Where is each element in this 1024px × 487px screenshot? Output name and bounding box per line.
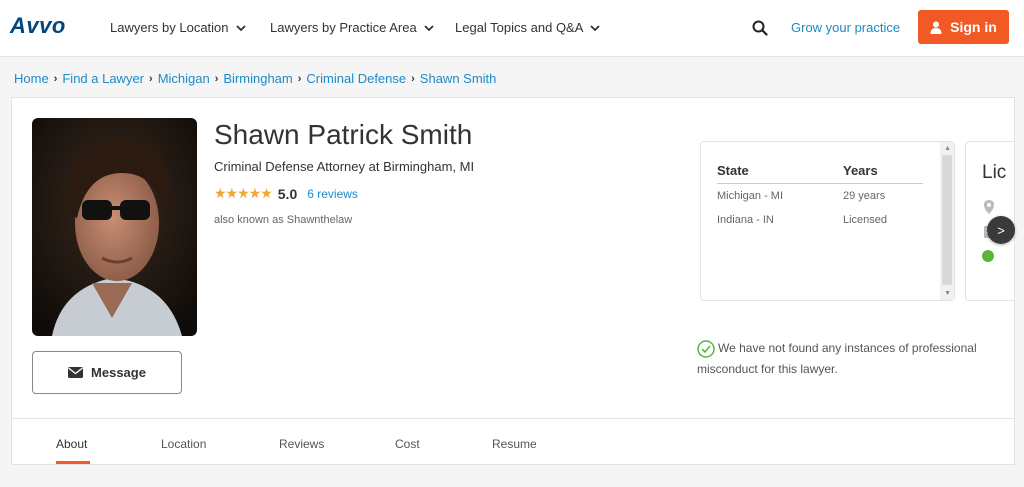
- avvo-logo[interactable]: Avvo: [10, 13, 66, 39]
- scrollbar-thumb[interactable]: [942, 155, 952, 285]
- tab-about[interactable]: About: [56, 437, 87, 451]
- chevron-down-icon: [235, 24, 246, 31]
- also-known-as: also known as Shawnthelaw: [214, 214, 353, 226]
- misconduct-text: We have not found any instances of profe…: [697, 341, 977, 376]
- breadcrumb-separator-icon: ›: [149, 72, 153, 85]
- breadcrumb-home[interactable]: Home: [14, 71, 49, 86]
- nav-label: Legal Topics and Q&A: [455, 20, 584, 35]
- breadcrumb-criminal-defense[interactable]: Criminal Defense: [306, 71, 406, 86]
- breadcrumb: Home › Find a Lawyer › Michigan › Birmin…: [14, 71, 496, 86]
- breadcrumb-separator-icon: ›: [411, 72, 415, 85]
- top-header: Avvo Lawyers by Location Lawyers by Prac…: [0, 0, 1024, 57]
- lawyer-name: Shawn Patrick Smith: [214, 119, 473, 150]
- license-years: Licensed: [843, 214, 888, 226]
- sign-in-label: Sign in: [950, 19, 997, 35]
- lawyer-photo: [32, 118, 197, 336]
- profile-card: Message Shawn Patrick Smith Criminal Def…: [11, 97, 1015, 465]
- scroll-up-icon[interactable]: ▲: [944, 145, 951, 152]
- breadcrumb-find-a-lawyer[interactable]: Find a Lawyer: [62, 71, 144, 86]
- breadcrumb-shawn-smith[interactable]: Shawn Smith: [420, 71, 497, 86]
- check-circle-icon: [697, 340, 715, 358]
- rating-score: 5.0: [277, 185, 298, 202]
- breadcrumb-michigan[interactable]: Michigan: [158, 71, 210, 86]
- location-pin-icon: [984, 200, 994, 214]
- nav-lawyers-by-location[interactable]: Lawyers by Location: [110, 20, 247, 35]
- license-scrollbar[interactable]: ▲ ▼: [940, 142, 954, 300]
- nav-label: Lawyers by Location: [110, 20, 229, 35]
- license-table: State Years Michigan - MI 29 years India…: [700, 141, 955, 301]
- tab-reviews[interactable]: Reviews: [279, 437, 324, 451]
- breadcrumb-separator-icon: ›: [214, 72, 219, 85]
- license-header-divider: [717, 183, 923, 184]
- tab-location[interactable]: Location: [161, 437, 206, 451]
- chevron-down-icon: [590, 24, 601, 31]
- license-col-state: State: [717, 163, 749, 178]
- breadcrumb-separator-icon: ›: [53, 72, 58, 85]
- search-icon[interactable]: [751, 19, 769, 37]
- grow-your-practice-link[interactable]: Grow your practice: [791, 20, 900, 35]
- nav-label: Lawyers by Practice Area: [270, 20, 417, 35]
- nav-lawyers-by-practice-area[interactable]: Lawyers by Practice Area: [270, 20, 435, 35]
- status-dot-icon: [982, 250, 994, 262]
- profile-tabs: About Location Reviews Cost Resume: [12, 418, 1014, 465]
- tab-cost[interactable]: Cost: [395, 437, 420, 451]
- scroll-down-icon[interactable]: ▼: [944, 290, 951, 297]
- chevron-down-icon: [424, 24, 434, 31]
- envelope-icon: [68, 367, 84, 378]
- message-button[interactable]: Message: [32, 351, 182, 394]
- next-card-title: Lic: [982, 162, 1007, 183]
- sign-in-button[interactable]: Sign in: [918, 10, 1009, 44]
- rating-summary: ★★★★★ 5.0 6 reviews: [214, 185, 358, 202]
- rating-stars-icon: ★★★★★: [214, 185, 273, 201]
- license-years: 29 years: [843, 190, 886, 202]
- reviews-link[interactable]: 6 reviews: [307, 187, 358, 201]
- message-label: Message: [91, 365, 146, 380]
- tab-resume[interactable]: Resume: [492, 437, 537, 451]
- license-col-years: Years: [843, 163, 878, 178]
- lawyer-title: Criminal Defense Attorney at Birmingham,…: [214, 159, 475, 174]
- next-arrow-button[interactable]: >: [987, 216, 1015, 244]
- misconduct-notice: We have not found any instances of profe…: [697, 338, 1002, 380]
- license-state: Indiana - IN: [717, 214, 774, 226]
- license-state: Michigan - MI: [717, 190, 784, 202]
- nav-legal-topics[interactable]: Legal Topics and Q&A: [455, 20, 601, 35]
- breadcrumb-separator-icon: ›: [297, 72, 302, 85]
- user-icon: [930, 21, 942, 34]
- breadcrumb-birmingham[interactable]: Birmingham: [223, 71, 292, 86]
- active-tab-indicator: [56, 461, 90, 464]
